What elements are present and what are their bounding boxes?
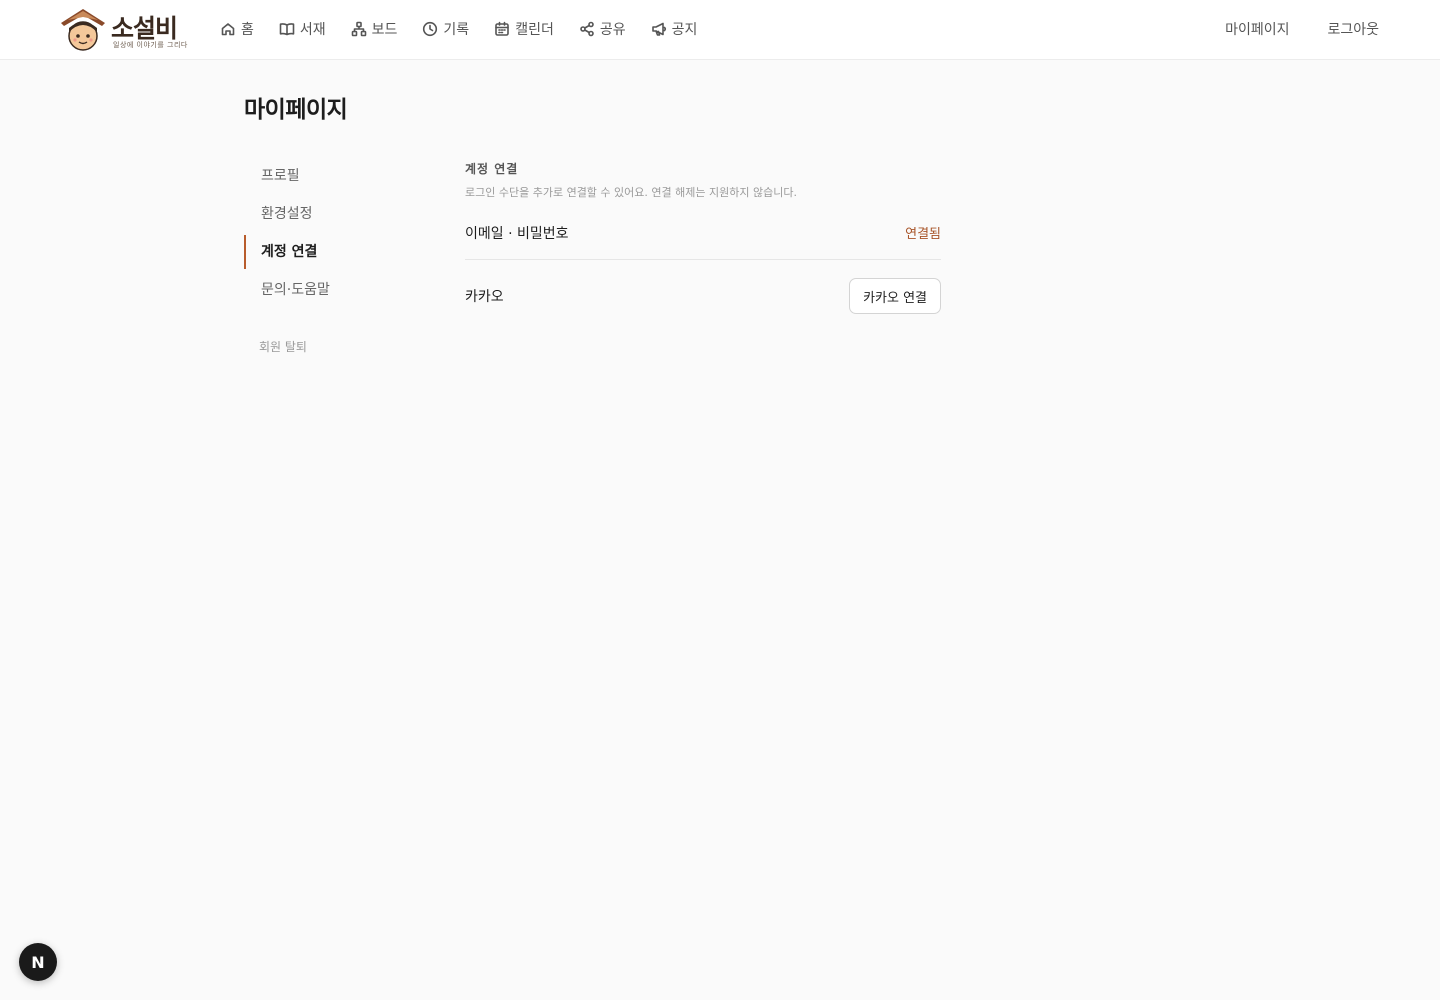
clock-icon [423,21,438,37]
section-description: 로그인 수단을 추가로 연결할 수 있어요. 연결 해제는 지원하지 않습니다. [465,186,797,199]
nav-board[interactable]: 보드 [351,19,398,39]
email-login-row: 이메일 · 비밀번호 연결됨 [465,220,941,260]
mypage-link[interactable]: 마이페이지 [1225,19,1289,39]
nav-home-label: 홈 [241,22,254,38]
nav-records-label: 기록 [443,22,470,38]
main-nav: 홈 서재 보드 기록 캘린더 공유 공지 [220,18,722,40]
calendar-icon [495,21,509,36]
nav-share-label: 공유 [599,22,626,38]
nav-calendar-label: 캘린더 [515,22,554,38]
nav-notice-label: 공지 [671,22,698,38]
side-menu-profile[interactable]: 프로필 [244,159,424,193]
side-menu-help[interactable]: 문의·도움말 [244,273,424,307]
nav-board-label: 보드 [371,22,398,38]
header-actions: 마이페이지 로그아웃 [1225,19,1379,39]
nav-library[interactable]: 서재 [279,19,326,39]
kakao-connect-button[interactable]: 카카오 연결 [849,278,941,314]
nav-share[interactable]: 공유 [579,19,626,39]
share-icon [580,21,594,37]
side-menu-account-link[interactable]: 계정 연결 [244,235,424,269]
mascot-logo-icon [61,9,105,51]
logo[interactable]: 소설비 일상에 이야기를 그리다 [58,6,188,54]
top-navigation-bar: 소설비 일상에 이야기를 그리다 홈 서재 보드 기록 캘린더 공유 공지 마이… [0,0,1440,60]
nav-calendar[interactable]: 캘린더 [494,19,554,39]
page-title: 마이페이지 [244,97,348,123]
kakao-login-label: 카카오 [465,289,504,305]
kakao-login-row: 카카오 카카오 연결 [465,278,941,314]
email-login-label: 이메일 · 비밀번호 [465,225,569,242]
side-menu-preferences[interactable]: 환경설정 [244,197,424,231]
home-icon [221,23,235,36]
withdraw-link[interactable]: 회원 탈퇴 [259,338,307,355]
nav-records[interactable]: 기록 [422,19,469,39]
nav-home[interactable]: 홈 [220,19,254,39]
connected-status: 연결됨 [905,227,941,242]
nav-notice[interactable]: 공지 [651,19,698,39]
section-title: 계정 연결 [465,162,519,176]
megaphone-icon [651,22,666,36]
dev-tools-badge[interactable]: N [19,943,57,981]
logout-link[interactable]: 로그아웃 [1327,19,1379,39]
brand-tagline: 일상에 이야기를 그리다 [113,41,188,49]
board-icon [351,21,366,37]
account-link-section: 계정 연결 로그인 수단을 추가로 연결할 수 있어요. 연결 해제는 지원하지… [465,160,941,314]
nav-library-label: 서재 [299,22,326,38]
settings-side-menu: 프로필 환경설정 계정 연결 문의·도움말 [244,159,424,311]
book-icon [279,23,295,36]
